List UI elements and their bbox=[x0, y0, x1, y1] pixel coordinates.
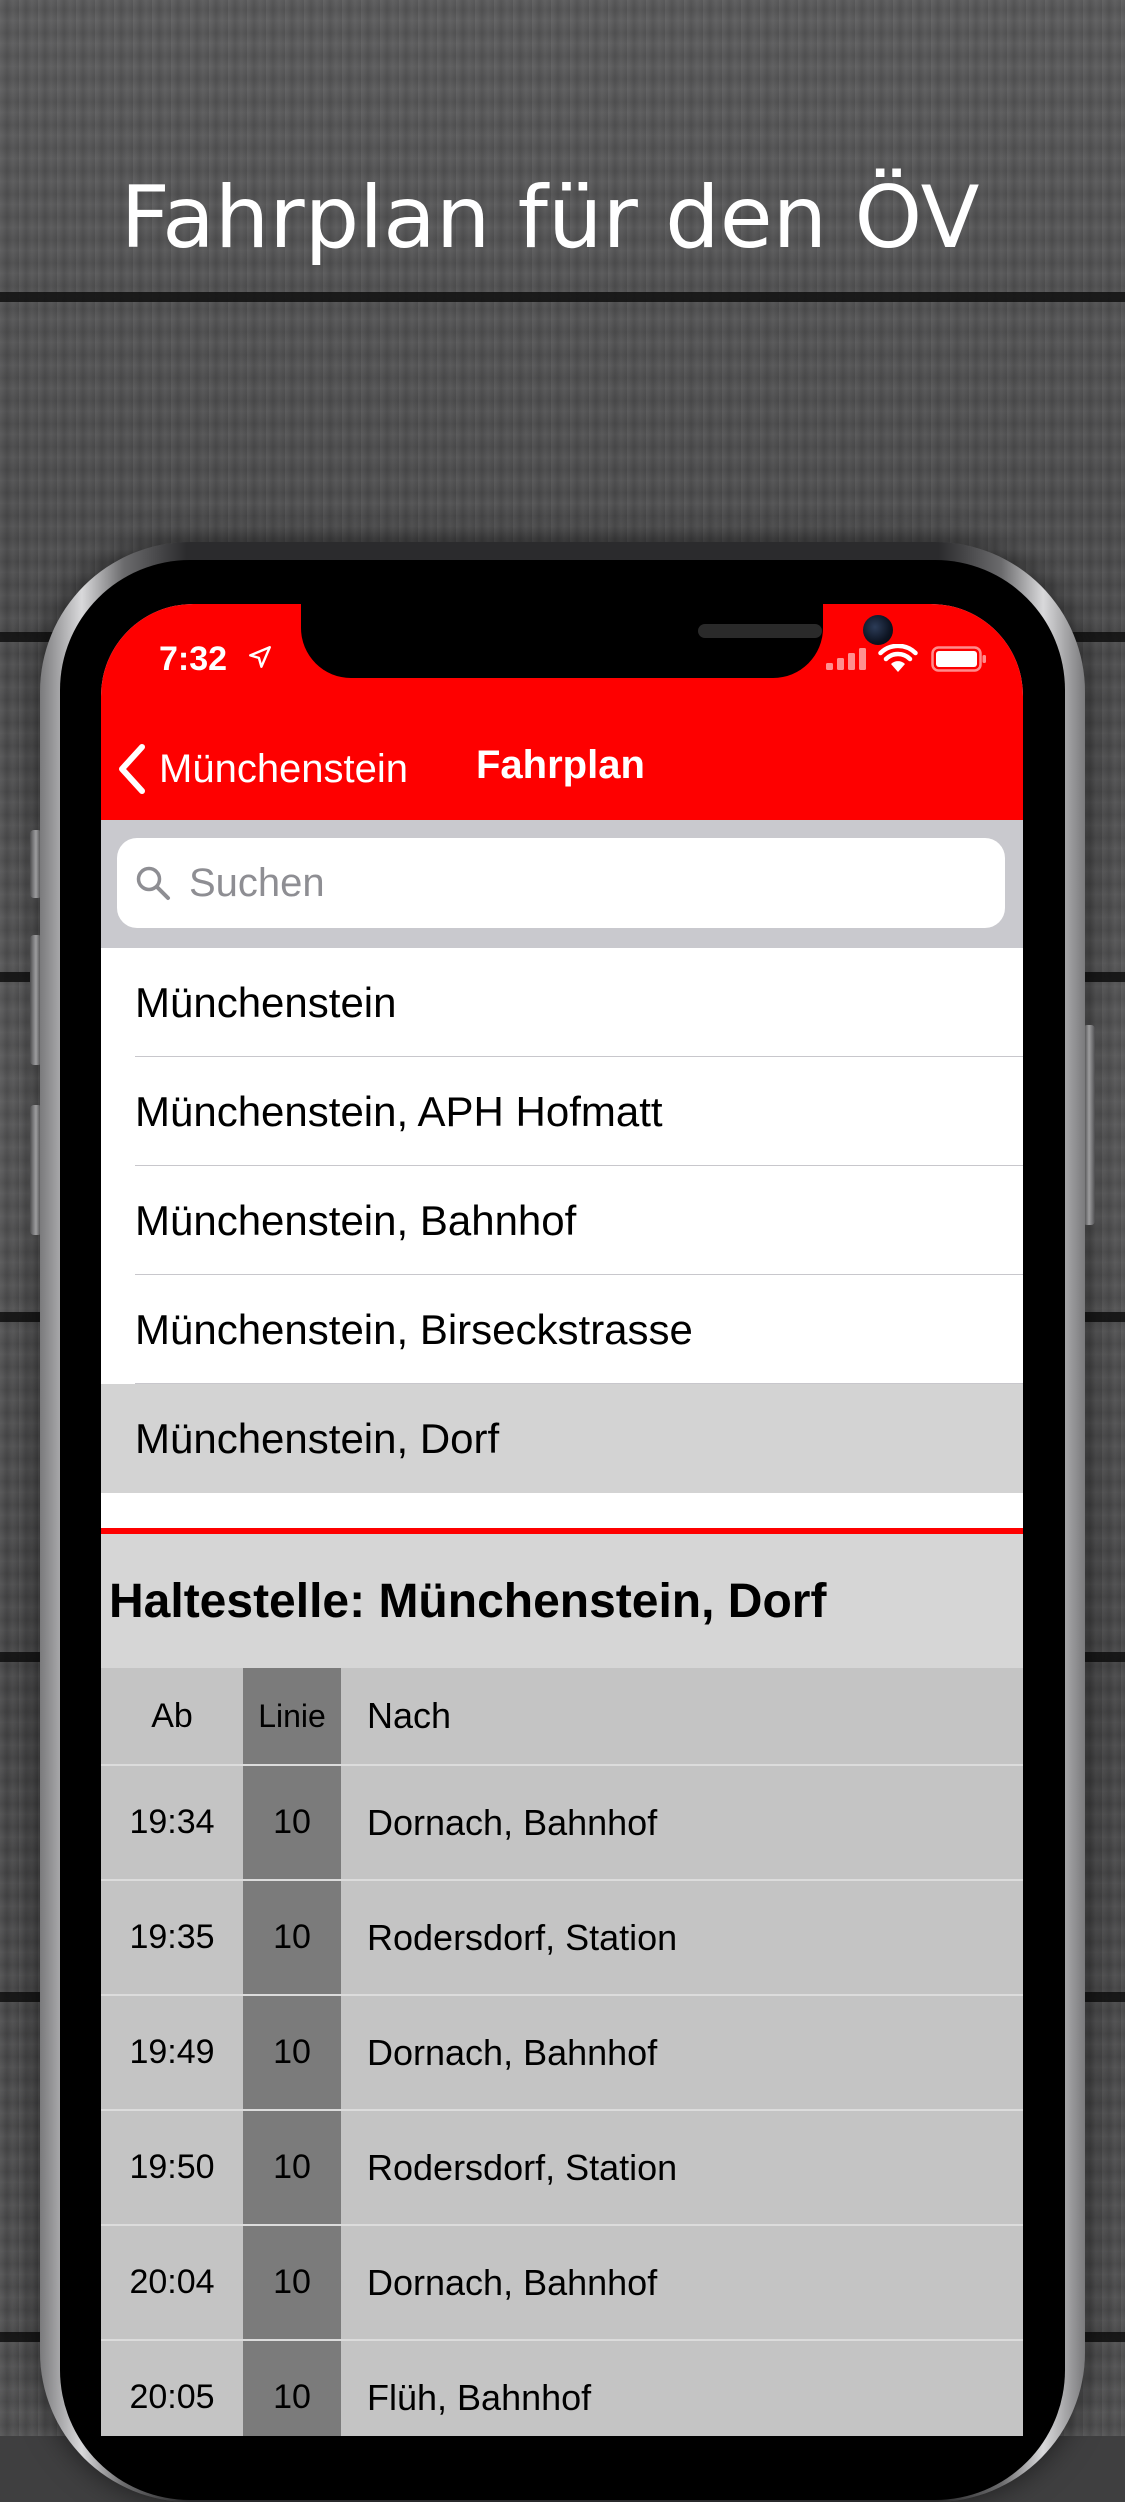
timetable-row[interactable]: 19:50 10 Rodersdorf, Station bbox=[101, 2109, 1023, 2224]
search-bar bbox=[101, 820, 1023, 948]
departure-time: 19:50 bbox=[129, 2148, 215, 2186]
chevron-left-icon bbox=[119, 744, 145, 794]
back-button-label: Münchenstein bbox=[159, 746, 409, 791]
search-input[interactable] bbox=[187, 859, 971, 907]
line-number: 10 bbox=[243, 2341, 341, 2436]
departure-time: 19:34 bbox=[129, 1803, 215, 1841]
destination: Dornach, Bahnhof bbox=[367, 2261, 658, 2303]
timetable-header-row: Ab Linie Nach bbox=[101, 1668, 1023, 1764]
list-spacer bbox=[101, 1493, 1023, 1528]
line-number: 10 bbox=[243, 2226, 341, 2339]
result-item-selected[interactable]: Münchenstein, Dorf bbox=[101, 1384, 1023, 1493]
stop-results-list: Münchenstein Münchenstein, APH Hofmatt M… bbox=[101, 948, 1023, 1537]
timetable-row[interactable]: 19:35 10 Rodersdorf, Station bbox=[101, 1879, 1023, 1994]
line-number: 10 bbox=[243, 1881, 341, 1994]
header-destination: Nach bbox=[367, 1695, 452, 1736]
result-label: Münchenstein, Birseckstrasse bbox=[135, 1305, 693, 1353]
departure-time: 20:05 bbox=[129, 2378, 215, 2416]
battery-icon bbox=[931, 646, 986, 672]
destination: Dornach, Bahnhof bbox=[367, 2031, 658, 2073]
result-item[interactable]: Münchenstein, Birseckstrasse bbox=[101, 1275, 1023, 1384]
promo-headline: Fahrplan für den ÖV bbox=[120, 168, 980, 268]
departure-time: 19:49 bbox=[129, 2033, 215, 2071]
search-field[interactable] bbox=[117, 838, 1005, 928]
departure-time: 20:04 bbox=[129, 2263, 215, 2301]
wifi-icon bbox=[878, 644, 918, 672]
timetable-row[interactable]: 20:05 10 Flüh, Bahnhof bbox=[101, 2339, 1023, 2436]
timetable-row[interactable]: 20:04 10 Dornach, Bahnhof bbox=[101, 2224, 1023, 2339]
line-number: 10 bbox=[243, 2111, 341, 2224]
destination: Dornach, Bahnhof bbox=[367, 1801, 658, 1843]
result-label: Münchenstein bbox=[135, 978, 397, 1026]
stop-title: Haltestelle: Münchenstein, Dorf bbox=[109, 1574, 827, 1628]
notch bbox=[301, 604, 893, 678]
header-time: Ab bbox=[151, 1696, 193, 1735]
timetable-row[interactable]: 19:34 10 Dornach, Bahnhof bbox=[101, 1764, 1023, 1879]
front-camera bbox=[863, 615, 893, 645]
signal-icon bbox=[826, 648, 866, 670]
destination: Rodersdorf, Station bbox=[367, 1916, 678, 1958]
stop-header: Haltestelle: Münchenstein, Dorf bbox=[101, 1534, 1023, 1668]
destination: Flüh, Bahnhof bbox=[367, 2376, 592, 2418]
timetable-row[interactable]: 19:49 10 Dornach, Bahnhof bbox=[101, 1994, 1023, 2109]
back-button[interactable]: Münchenstein bbox=[117, 739, 408, 799]
result-label: Münchenstein, APH Hofmatt bbox=[135, 1087, 663, 1135]
destination: Rodersdorf, Station bbox=[367, 2146, 678, 2188]
location-arrow-icon bbox=[249, 646, 271, 668]
line-number: 10 bbox=[243, 1996, 341, 2109]
phone-screen: 7:32 Münchenstein Fahrplan Suchen Münche… bbox=[101, 604, 1023, 2436]
line-number: 10 bbox=[243, 1766, 341, 1879]
result-item[interactable]: Münchenstein, APH Hofmatt bbox=[101, 1057, 1023, 1166]
result-item[interactable]: Münchenstein bbox=[101, 948, 1023, 1057]
header-line: Linie bbox=[243, 1668, 341, 1764]
result-label: Münchenstein, Bahnhof bbox=[135, 1196, 577, 1244]
timetable: Haltestelle: Münchenstein, Dorf Ab Linie… bbox=[101, 1534, 1023, 2436]
search-icon bbox=[136, 866, 170, 900]
status-time: 7:32 bbox=[159, 640, 228, 678]
speaker-grille bbox=[698, 624, 822, 638]
result-item[interactable]: Münchenstein, Bahnhof bbox=[101, 1166, 1023, 1275]
nav-title: Fahrplan bbox=[476, 743, 645, 787]
result-label: Münchenstein, Dorf bbox=[135, 1414, 500, 1462]
departure-time: 19:35 bbox=[129, 1918, 215, 1956]
